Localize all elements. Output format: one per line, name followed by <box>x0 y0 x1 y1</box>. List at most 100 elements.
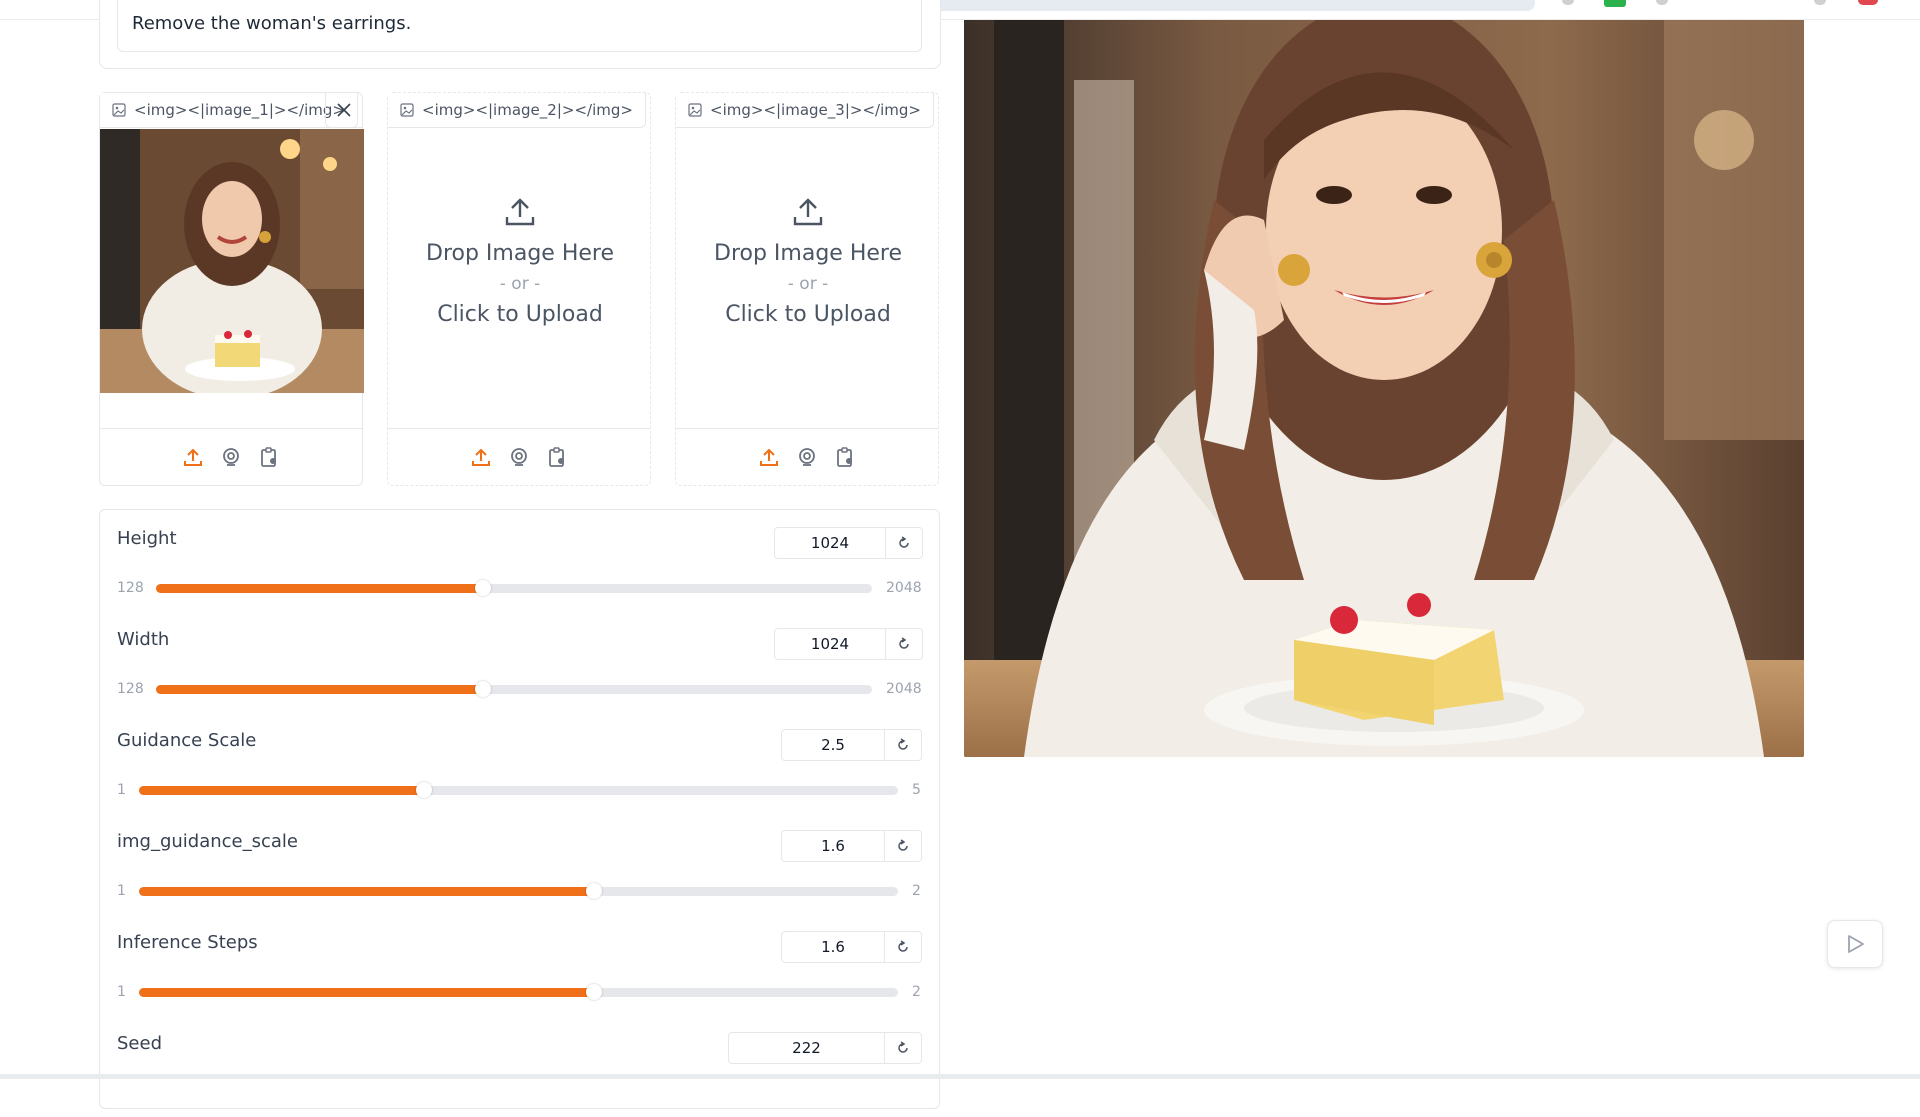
image-upload-label: <img><|image_2|></img> <box>388 93 646 128</box>
upload-icon <box>505 198 535 226</box>
upload-toolbar <box>676 428 938 485</box>
inference-steps-value[interactable]: 1.6 <box>782 932 885 962</box>
img-guidance-scale-min: 1 <box>117 883 126 899</box>
prompt-block: Remove the woman's earrings. <box>99 0 941 69</box>
height-slider[interactable] <box>156 580 872 596</box>
width-slider[interactable] <box>156 681 872 697</box>
img-guidance-scale-row: img_guidance_scale 1.6 1 2 <box>100 813 939 915</box>
extension-badge-icon[interactable] <box>1604 0 1626 7</box>
image-icon <box>112 103 126 117</box>
guidance-scale-min: 1 <box>117 782 126 798</box>
img-guidance-scale-number-input[interactable]: 1.6 <box>781 830 922 862</box>
upload-icon[interactable] <box>470 446 492 468</box>
guidance-scale-number-input[interactable]: 2.5 <box>781 729 922 761</box>
slider-handle[interactable] <box>586 984 603 1000</box>
webcam-icon[interactable] <box>796 446 818 468</box>
extension-icon[interactable] <box>1562 0 1574 5</box>
inference-steps-min: 1 <box>117 984 126 1000</box>
reset-icon[interactable] <box>886 528 922 558</box>
seed-label: Seed <box>117 1033 162 1054</box>
width-row: Width 1024 128 2048 <box>100 611 939 713</box>
inference-steps-number-input[interactable]: 1.6 <box>781 931 922 963</box>
reset-icon[interactable] <box>885 1033 921 1063</box>
upload-toolbar <box>388 428 650 485</box>
img-guidance-scale-value[interactable]: 1.6 <box>782 831 885 861</box>
guidance-scale-row: Guidance Scale 2.5 1 5 <box>100 712 939 814</box>
width-min: 128 <box>117 681 144 697</box>
inference-steps-label: Inference Steps <box>117 932 258 953</box>
play-icon <box>1848 935 1864 953</box>
click-to-upload-text: Click to Upload <box>437 302 603 327</box>
upload-icon <box>793 198 823 226</box>
image-upload-2[interactable]: <img><|image_2|></img> Drop Image Here -… <box>387 92 651 486</box>
seed-row: Seed 222 <box>100 1015 939 1117</box>
or-text: - or - <box>499 274 541 294</box>
height-label: Height <box>117 528 177 549</box>
image-icon <box>400 103 414 117</box>
width-max: 2048 <box>886 681 922 697</box>
guidance-scale-label: Guidance Scale <box>117 730 257 751</box>
height-value[interactable]: 1024 <box>775 528 886 558</box>
width-value[interactable]: 1024 <box>775 629 886 659</box>
slider-fill <box>156 584 484 593</box>
img-guidance-scale-label: img_guidance_scale <box>117 831 299 852</box>
reset-icon[interactable] <box>885 730 921 760</box>
drop-zone[interactable]: Drop Image Here - or - Click to Upload <box>388 153 652 433</box>
width-number-input[interactable]: 1024 <box>774 628 923 660</box>
seed-number-input[interactable]: 222 <box>728 1032 922 1064</box>
close-icon[interactable] <box>325 93 362 128</box>
slider-handle[interactable] <box>475 580 492 596</box>
image-icon <box>688 103 702 117</box>
extension-icon[interactable] <box>1656 0 1668 5</box>
clipboard-icon[interactable] <box>258 446 280 468</box>
webcam-icon[interactable] <box>508 446 530 468</box>
img-guidance-scale-max: 2 <box>912 883 921 899</box>
inference-steps-slider[interactable] <box>139 984 898 1000</box>
image-upload-label-text: <img><|image_2|></img> <box>422 101 633 119</box>
guidance-scale-value[interactable]: 2.5 <box>782 730 885 760</box>
webcam-icon[interactable] <box>220 446 242 468</box>
image-upload-label-text: <img><|image_3|></img> <box>710 101 921 119</box>
parameters-panel: Height 1024 128 2048 Width 1024 128 2048… <box>99 509 940 1109</box>
image-upload-label: <img><|image_3|></img> <box>676 93 934 128</box>
slider-fill <box>139 887 595 896</box>
or-text: - or - <box>787 274 829 294</box>
slider-fill <box>139 786 424 795</box>
image-upload-1[interactable]: <img><|image_1|></img> <box>99 92 364 486</box>
image-upload-3[interactable]: <img><|image_3|></img> Drop Image Here -… <box>675 92 939 486</box>
img-guidance-scale-slider[interactable] <box>139 883 898 899</box>
drop-zone[interactable]: Drop Image Here - or - Click to Upload <box>676 153 940 433</box>
slider-handle[interactable] <box>415 782 432 798</box>
reset-icon[interactable] <box>885 932 921 962</box>
reset-icon[interactable] <box>885 831 921 861</box>
image-upload-label-text: <img><|image_1|></img> <box>134 101 345 119</box>
profile-avatar[interactable] <box>1858 0 1878 5</box>
height-max: 2048 <box>886 580 922 596</box>
clipboard-icon[interactable] <box>834 446 856 468</box>
slider-handle[interactable] <box>586 883 603 899</box>
slider-fill <box>156 685 484 694</box>
height-min: 128 <box>117 580 144 596</box>
clipboard-icon[interactable] <box>546 446 568 468</box>
slider-handle[interactable] <box>475 681 492 697</box>
bottom-scrollbar[interactable] <box>0 1074 1920 1079</box>
seed-value[interactable]: 222 <box>729 1033 885 1063</box>
reset-icon[interactable] <box>886 629 922 659</box>
drop-text: Drop Image Here <box>714 241 902 266</box>
click-to-upload-text: Click to Upload <box>725 302 891 327</box>
inference-steps-max: 2 <box>912 984 921 1000</box>
floating-play-button[interactable] <box>1827 920 1883 968</box>
uploaded-image-thumbnail <box>100 129 364 393</box>
height-number-input[interactable]: 1024 <box>774 527 923 559</box>
upload-icon[interactable] <box>758 446 780 468</box>
inference-steps-row: Inference Steps 1.6 1 2 <box>100 914 939 1016</box>
height-row: Height 1024 128 2048 <box>100 510 939 612</box>
width-label: Width <box>117 629 170 650</box>
upload-icon[interactable] <box>182 446 204 468</box>
guidance-scale-max: 5 <box>912 782 921 798</box>
slider-fill <box>139 988 595 997</box>
menu-icon[interactable] <box>1814 0 1826 5</box>
guidance-scale-slider[interactable] <box>139 782 898 798</box>
prompt-input[interactable]: Remove the woman's earrings. <box>117 0 922 52</box>
upload-toolbar <box>100 428 362 485</box>
